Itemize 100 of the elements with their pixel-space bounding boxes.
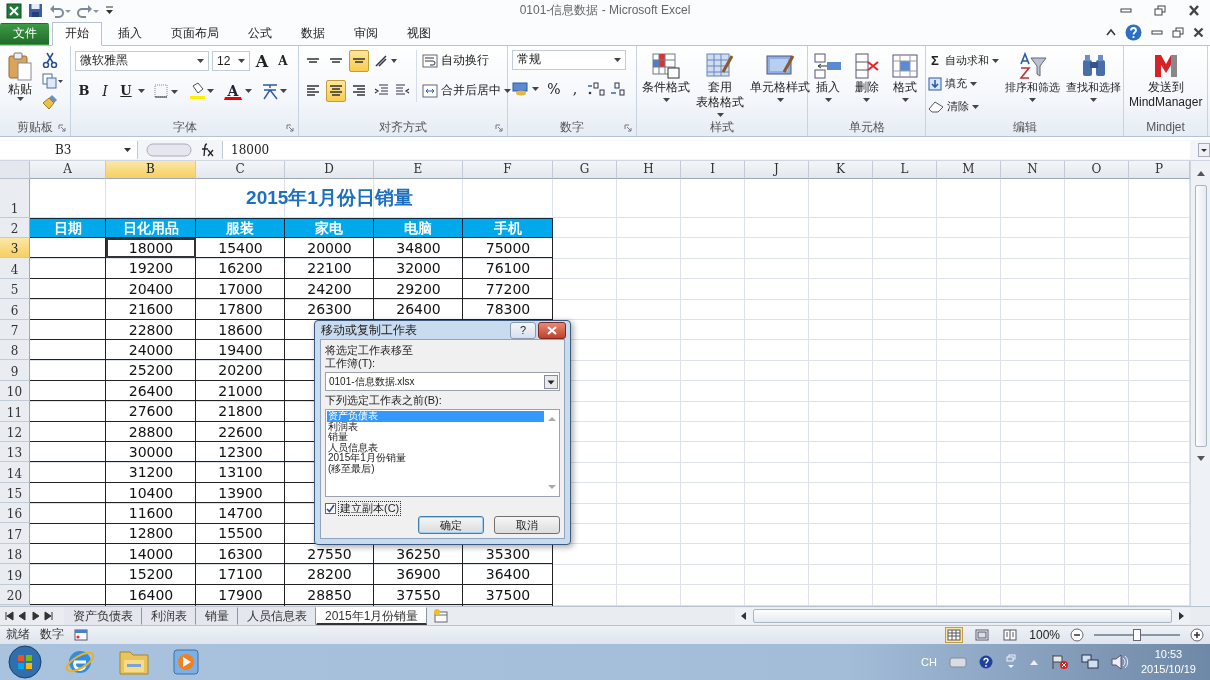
splitter-handle-icon[interactable] <box>146 142 192 157</box>
insert-function-icon[interactable] <box>200 142 214 157</box>
workbook-dropdown[interactable]: 0101-信息数据.xlsx <box>325 372 560 391</box>
view-button[interactable] <box>945 626 964 643</box>
row-header[interactable]: 2 <box>0 217 30 238</box>
name-box[interactable]: B3 <box>0 140 138 159</box>
ok-button[interactable]: 确定 <box>418 516 484 534</box>
find-select-button[interactable]: 查找和选择 <box>1065 49 1122 104</box>
row-header[interactable]: 9 <box>0 360 30 381</box>
checkbox[interactable] <box>325 503 336 514</box>
scroll-thumb[interactable] <box>1194 184 1207 447</box>
collapse-ribbon-icon[interactable] <box>1106 28 1116 37</box>
minimize-icon[interactable] <box>1151 28 1163 37</box>
row-header[interactable]: 8 <box>0 339 30 361</box>
align-button[interactable] <box>349 49 369 72</box>
row-header[interactable]: 19 <box>0 564 30 585</box>
cells-button[interactable]: 插入 <box>810 49 846 104</box>
row-header[interactable]: 10 <box>0 380 30 402</box>
ribbon-tab[interactable]: 页面布局 <box>158 22 232 45</box>
dialog-launcher-icon[interactable] <box>624 123 632 132</box>
close-icon[interactable] <box>1193 26 1204 38</box>
font-size-field[interactable]: 12 <box>212 50 250 71</box>
row-header[interactable]: 14 <box>0 462 30 483</box>
new-sheet-icon[interactable] <box>433 608 450 623</box>
style-button[interactable]: 条件格式 <box>639 49 693 104</box>
currency-icon[interactable] <box>512 80 542 97</box>
file-tab[interactable]: 文件 <box>0 22 49 45</box>
percent-button[interactable]: % <box>545 78 563 99</box>
wrap-text-button[interactable]: 自动换行 <box>421 49 512 72</box>
expand-icon[interactable] <box>1198 142 1210 157</box>
orientation-icon[interactable] <box>374 53 398 68</box>
ribbon-tab[interactable]: 数据 <box>288 22 338 45</box>
decrease-decimal-icon[interactable] <box>610 80 626 97</box>
list-item[interactable]: 人员信息表 <box>327 442 544 454</box>
scissors-icon[interactable] <box>42 51 58 68</box>
row-header[interactable]: 4 <box>0 258 30 279</box>
sheet-tab[interactable]: 利润表 <box>142 606 196 625</box>
send-to-mindmanager-button[interactable]: 发送到 MindManager <box>1126 49 1206 112</box>
underline-button[interactable]: U <box>117 80 135 101</box>
row-header[interactable]: 7 <box>0 319 30 340</box>
autosum-button[interactable]: Σ 自动求和 <box>927 49 1000 72</box>
ribbon-tab[interactable]: 审阅 <box>341 22 391 45</box>
border-icon[interactable] <box>154 83 180 98</box>
sort-filter-button[interactable]: 排序和筛选 <box>1004 49 1061 104</box>
row-header[interactable]: 11 <box>0 401 30 422</box>
help-icon[interactable] <box>1125 23 1142 41</box>
save-icon[interactable] <box>28 3 43 19</box>
phonetic-icon[interactable] <box>261 81 287 100</box>
list-item[interactable]: (移至最后) <box>327 463 544 475</box>
restore-icon[interactable] <box>1172 26 1184 38</box>
cells-button[interactable]: 格式 <box>887 49 923 104</box>
restore-icon[interactable] <box>1154 5 1166 17</box>
row-header[interactable]: 17 <box>0 523 30 544</box>
dialog-launcher-icon[interactable] <box>58 123 66 132</box>
list-item[interactable]: 2015年1月份销量 <box>327 453 544 464</box>
paste-button[interactable]: 粘贴 <box>4 49 36 103</box>
network-icon[interactable] <box>1080 654 1099 671</box>
ribbon-tab[interactable]: 视图 <box>394 22 444 45</box>
sheet-tab[interactable]: 资产负债表 <box>64 606 142 625</box>
number-format-field[interactable]: 常规 <box>512 49 626 70</box>
list-item[interactable]: 利润表 <box>327 421 544 433</box>
cells-button[interactable]: 删除 <box>848 49 885 104</box>
zoom-out-icon[interactable] <box>1070 627 1084 642</box>
dialog-launcher-icon[interactable] <box>495 123 503 132</box>
row-header[interactable]: 15 <box>0 482 30 504</box>
shrink-font-button[interactable]: A <box>274 50 292 71</box>
zoom-level[interactable]: 100% <box>1029 627 1060 642</box>
row-header[interactable]: 1 <box>0 178 30 218</box>
sheet-list[interactable]: 资产负债表 利润表 销量 人员信息表 2015年1月份销量 (移至最后) <box>325 409 560 497</box>
flag-icon[interactable] <box>1050 654 1069 671</box>
copy-checkbox[interactable]: 建立副本(C) <box>325 501 560 516</box>
row-header[interactable]: 20 <box>0 584 30 606</box>
formula-field[interactable]: 18000 <box>222 140 1190 159</box>
customize-caret-icon[interactable] <box>105 4 114 17</box>
start-orb-icon[interactable] <box>8 645 42 680</box>
copy-icon[interactable] <box>42 72 64 89</box>
row-header[interactable]: 16 <box>0 503 30 524</box>
brush-icon[interactable] <box>42 93 58 110</box>
ribbon-tab[interactable]: 公式 <box>235 22 285 45</box>
italic-button[interactable]: I <box>96 80 114 101</box>
style-button[interactable]: 单元格样式 <box>747 49 813 104</box>
align-button[interactable] <box>326 79 346 102</box>
help-icon[interactable] <box>978 655 993 670</box>
redo-icon[interactable] <box>77 3 99 18</box>
play-icon[interactable] <box>172 648 200 677</box>
undo-icon[interactable] <box>49 3 71 18</box>
bold-button[interactable]: B <box>75 80 93 101</box>
zoom-in-icon[interactable] <box>1190 627 1204 642</box>
ribbon-tab[interactable]: 开始 <box>52 21 102 46</box>
comma-button[interactable]: , <box>566 78 584 99</box>
row-header[interactable]: 12 <box>0 421 30 442</box>
indent-icon[interactable] <box>374 83 410 98</box>
cancel-button[interactable]: 取消 <box>494 516 560 534</box>
dialog-launcher-icon[interactable] <box>286 123 294 132</box>
view-button[interactable] <box>973 626 992 643</box>
excel-logo-icon[interactable] <box>6 2 22 19</box>
font-color-button[interactable]: A <box>224 81 242 100</box>
increase-decimal-icon[interactable] <box>587 80 607 97</box>
clear-button[interactable]: 清除 <box>927 95 1000 118</box>
row-header[interactable]: 3 <box>0 238 30 259</box>
